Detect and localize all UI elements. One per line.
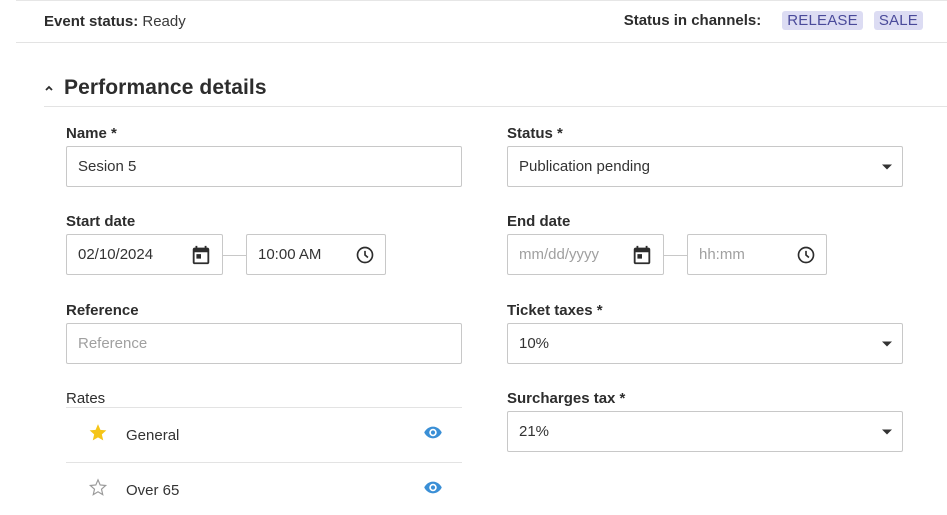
rate-row-general: General	[66, 408, 462, 462]
channel-status: Status in channels: RELEASE SALE	[624, 11, 923, 30]
dropdown-caret-icon	[882, 341, 892, 346]
ticket-taxes-select[interactable]: 10%	[507, 323, 903, 364]
ticket-taxes-label: Ticket taxes *	[507, 302, 603, 319]
end-time-placeholder: hh:mm	[699, 246, 745, 263]
event-status-label: Event status:	[44, 13, 139, 30]
name-label: Name *	[66, 125, 117, 142]
section-header: Performance details	[44, 76, 947, 107]
surcharges-tax-label: Surcharges tax *	[507, 390, 626, 407]
section-title: Performance details	[64, 76, 267, 99]
calendar-icon[interactable]	[190, 244, 212, 266]
reference-label: Reference	[66, 302, 139, 319]
reference-input[interactable]: Reference	[66, 323, 462, 364]
eye-icon[interactable]	[423, 478, 443, 503]
rate-row-over-65: Over 65	[66, 463, 462, 515]
channels-label: Status in channels:	[623, 12, 762, 29]
event-status: Event status: Ready	[44, 13, 186, 30]
calendar-icon[interactable]	[631, 244, 653, 266]
rate-name: General	[126, 426, 180, 444]
status-value: Publication pending	[519, 158, 650, 175]
channel-chip-release: RELEASE	[782, 11, 863, 30]
ticket-taxes-value: 10%	[519, 335, 550, 352]
dropdown-caret-icon	[882, 429, 892, 434]
star-filled-icon[interactable]	[88, 423, 108, 448]
status-bar: Event status: Ready Status in channels: …	[16, 0, 947, 43]
status-select[interactable]: Publication pending	[507, 146, 903, 187]
clock-icon[interactable]	[355, 245, 375, 265]
channel-chip-sale: SALE	[873, 11, 923, 30]
name-input[interactable]: Sesion 5	[66, 146, 462, 187]
start-time-value: 10:00 AM	[258, 246, 322, 263]
end-date-input[interactable]: mm/dd/yyyy	[507, 234, 664, 275]
reference-placeholder: Reference	[78, 335, 148, 352]
rate-name: Over 65	[126, 481, 180, 499]
name-value: Sesion 5	[78, 158, 137, 175]
start-date-label: Start date	[66, 213, 136, 230]
rates-label: Rates	[66, 390, 106, 407]
date-time-connector	[223, 255, 246, 256]
event-status-value: Ready	[142, 13, 186, 30]
eye-icon[interactable]	[423, 423, 443, 448]
start-date-input[interactable]: 02/10/2024	[66, 234, 223, 275]
surcharges-tax-value: 21%	[519, 423, 550, 440]
status-label: Status *	[507, 125, 563, 142]
start-date-value: 02/10/2024	[78, 246, 154, 263]
star-outline-icon[interactable]	[88, 478, 108, 503]
end-date-label: End date	[507, 213, 571, 230]
chevron-up-icon[interactable]	[44, 83, 54, 93]
start-time-input[interactable]: 10:00 AM	[246, 234, 386, 275]
end-time-input[interactable]: hh:mm	[687, 234, 827, 275]
surcharges-tax-select[interactable]: 21%	[507, 411, 903, 452]
dropdown-caret-icon	[882, 164, 892, 169]
date-time-connector	[664, 255, 687, 256]
clock-icon[interactable]	[796, 245, 816, 265]
end-date-placeholder: mm/dd/yyyy	[519, 246, 600, 263]
